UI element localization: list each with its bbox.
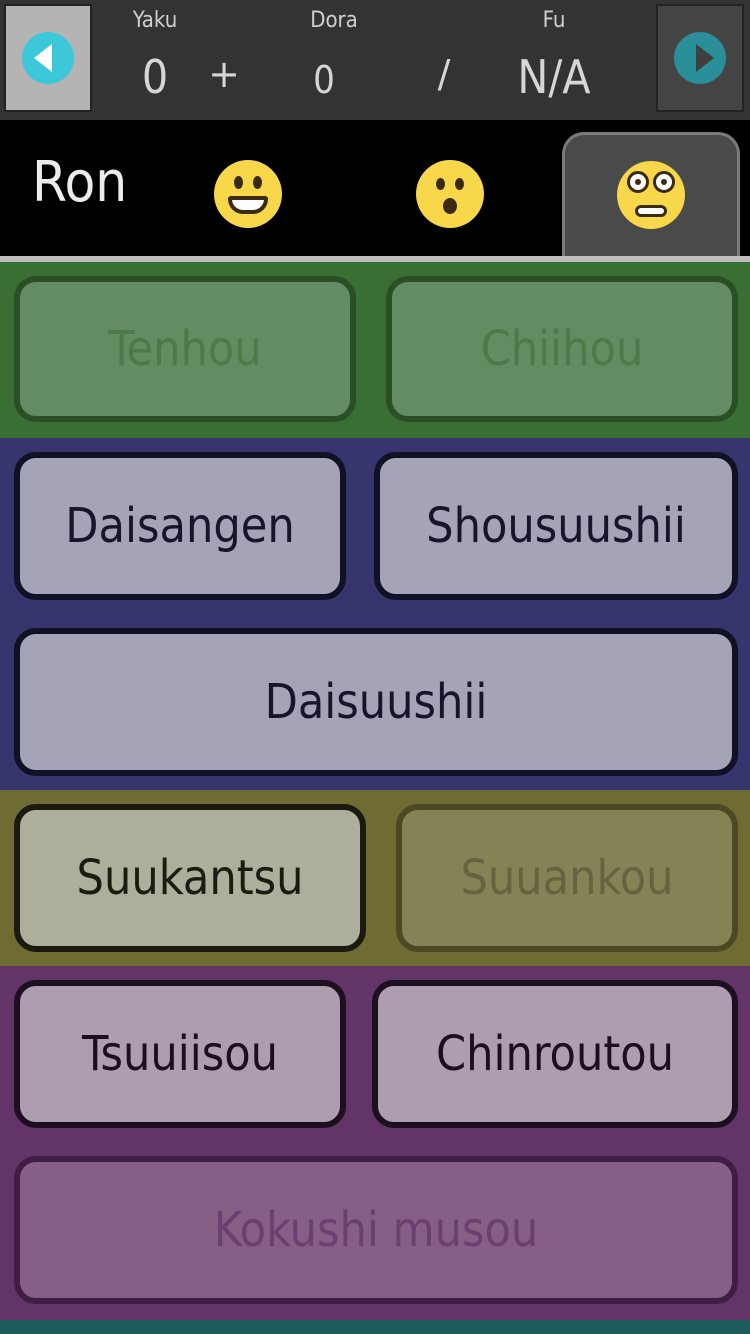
- section-purple: Tsuuiisou Chinroutou Kokushi musou: [0, 966, 750, 1320]
- yaku-button-suukantsu[interactable]: Suukantsu: [14, 804, 366, 952]
- section-green: Tenhou Chiihou: [0, 262, 750, 438]
- grinning-face-icon[interactable]: [214, 160, 282, 228]
- app-root: Yaku Dora Fu 0 + 0 / N/A Ron Tenhou Chii…: [0, 0, 750, 1334]
- yaku-button-shousuushii[interactable]: Shousuushii: [374, 452, 738, 600]
- dora-label: Dora: [310, 8, 358, 33]
- yaku-button-chinroutou[interactable]: Chinroutou: [372, 980, 738, 1128]
- tab-active[interactable]: [562, 132, 740, 262]
- yaku-label: Yaku: [132, 8, 178, 33]
- yaku-button-tenhou[interactable]: Tenhou: [14, 276, 356, 422]
- fu-label: Fu: [542, 8, 566, 33]
- ron-label: Ron: [32, 150, 128, 215]
- score-header: Yaku Dora Fu 0 + 0 / N/A: [0, 0, 750, 120]
- chevron-right-icon: [674, 32, 726, 84]
- prev-button[interactable]: [4, 4, 92, 112]
- section-blue: Daisangen Shousuushii Daisuushii: [0, 438, 750, 790]
- win-type-tabs: Ron: [0, 120, 750, 262]
- yaku-value: 0: [141, 50, 169, 104]
- dora-value: 0: [313, 58, 335, 102]
- slash-sign: /: [437, 52, 451, 96]
- yaku-button-daisangen[interactable]: Daisangen: [14, 452, 346, 600]
- yaku-button-suuankou[interactable]: Suuankou: [396, 804, 738, 952]
- chevron-left-icon: [22, 32, 74, 84]
- surprised-face-icon[interactable]: [416, 160, 484, 228]
- yaku-button-daisuushii[interactable]: Daisuushii: [14, 628, 738, 776]
- plus-sign: +: [208, 52, 240, 96]
- fu-value: N/A: [517, 50, 591, 104]
- yaku-button-tsuuiisou[interactable]: Tsuuiisou: [14, 980, 346, 1128]
- yaku-button-chiihou[interactable]: Chiihou: [386, 276, 738, 422]
- section-olive: Suukantsu Suuankou: [0, 790, 750, 966]
- next-button[interactable]: [656, 4, 744, 112]
- yaku-button-kokushi-musou[interactable]: Kokushi musou: [14, 1156, 738, 1304]
- section-teal: [0, 1320, 750, 1334]
- flushed-face-icon: [617, 161, 685, 229]
